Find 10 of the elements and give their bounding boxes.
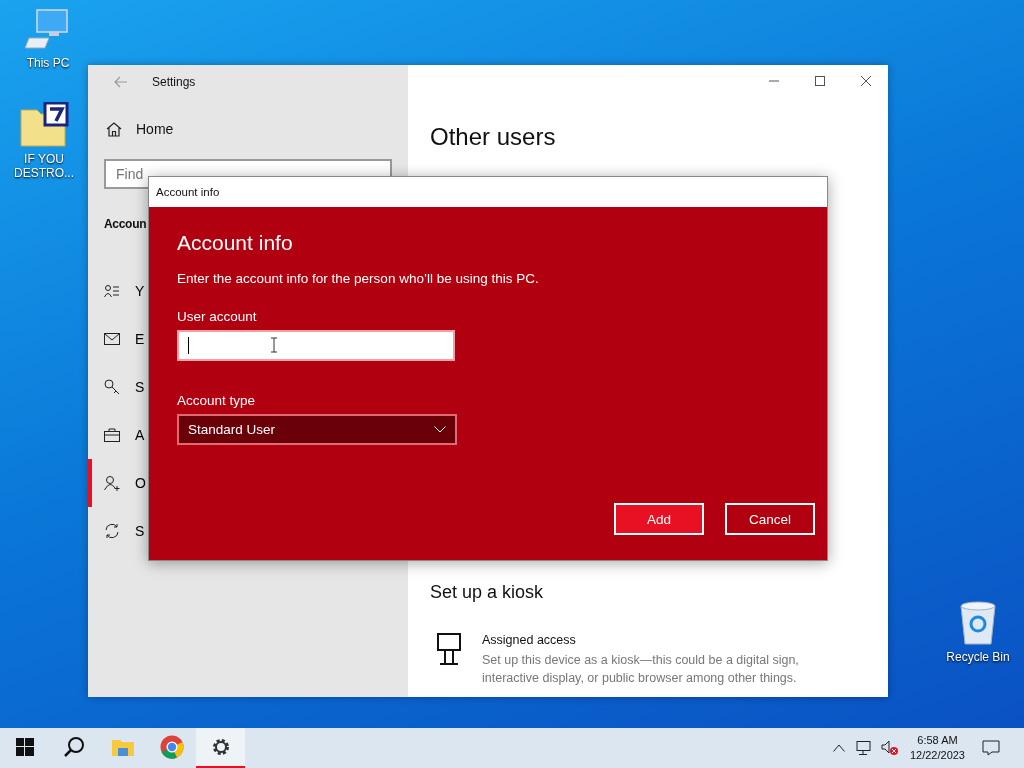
window-title: Settings	[152, 75, 196, 89]
dialog-title: Account info	[156, 186, 220, 198]
dialog-heading: Account info	[177, 231, 294, 255]
field-label: Account type	[177, 393, 257, 408]
dialog-description: Enter the account info for the person who’ll be using this PC.	[177, 271, 540, 286]
page-heading: Other users	[430, 123, 557, 151]
kiosk-description: Set up this device as a kiosk—this could be a digital sign, interactive display, or public browser among other things.	[482, 652, 800, 687]
field-label: User account	[177, 309, 258, 324]
section-heading: Accoun	[104, 217, 148, 231]
section-heading: Set up a kiosk	[430, 582, 545, 603]
